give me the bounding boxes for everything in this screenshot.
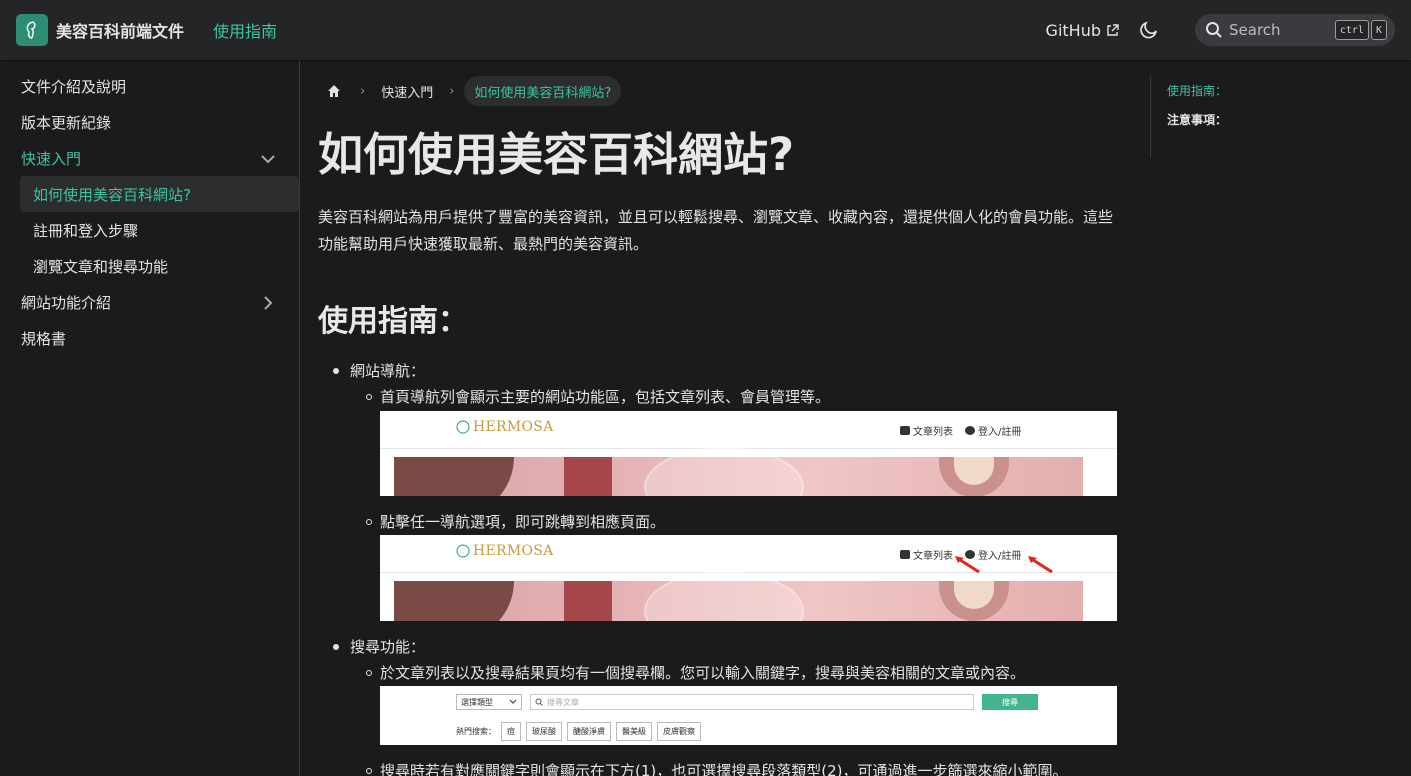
- section-heading-guide: 使用指南：: [318, 304, 468, 339]
- list-item-text: 搜尋功能：: [350, 638, 426, 656]
- list-item: 於文章列表以及搜尋結果頁均有一個搜尋欄。您可以輸入關鍵字，搜尋與美容相關的文章或…: [366, 662, 1025, 683]
- list-item-text: 搜尋時若有對應關鍵字則會顯示在下方(1)，也可選擇搜尋段落類型(2)，可通過進一…: [380, 762, 1068, 776]
- hermosa-logo-text: HERMOSA: [473, 419, 554, 435]
- bullet-circle: [366, 393, 372, 400]
- nav-link-guide[interactable]: 使用指南: [213, 18, 277, 42]
- breadcrumb-separator: ›: [360, 83, 366, 99]
- screenshot-navbar: HERMOSA 文章列表 登入/註冊: [380, 411, 1117, 496]
- hermosa-logo-text: HERMOSA: [473, 543, 554, 559]
- shot-link-login: 登入/註冊: [978, 551, 1022, 562]
- sidebar-item-label: 文件介紹及說明: [21, 77, 127, 96]
- page-title: 如何使用美容百科網站?: [318, 128, 795, 181]
- moon-icon: [1140, 21, 1157, 39]
- sidebar-item-register-login[interactable]: 註冊和登入步驟: [10, 212, 289, 248]
- bullet-circle: [366, 767, 372, 774]
- chevron-down-icon[interactable]: [259, 150, 277, 168]
- breadcrumb-current: 如何使用美容百科網站?: [464, 76, 622, 106]
- sidebar-item-label: 瀏覽文章和搜尋功能: [33, 257, 169, 276]
- hermosa-logo: HERMOSA: [456, 543, 554, 559]
- screenshot-search: 選擇類型 搜尋文章 搜尋 熱門搜索： 痘 玻尿酸 醣酸淨膚 醫美級 皮膚觀察: [380, 686, 1117, 745]
- sidebar-item-label: 如何使用美容百科網站?: [33, 185, 191, 204]
- external-link-icon: [1107, 23, 1119, 36]
- sidebar-item-how-to-use[interactable]: 如何使用美容百科網站?: [20, 176, 299, 212]
- github-label: GitHub: [1045, 20, 1101, 40]
- list-item-text: 點擊任一導航選項，即可跳轉到相應頁面。: [380, 513, 666, 531]
- toc-item-guide[interactable]: 使用指南：: [1167, 76, 1390, 105]
- list-item-text: 於文章列表以及搜尋結果頁均有一個搜尋欄。您可以輸入關鍵字，搜尋與美容相關的文章或…: [380, 664, 1026, 682]
- breadcrumb-section[interactable]: 快速入門: [375, 82, 439, 101]
- breadcrumb: › 快速入門 › 如何使用美容百科網站?: [318, 76, 622, 106]
- shot-search-button: 搜尋: [982, 694, 1038, 710]
- github-link[interactable]: GitHub: [1046, 21, 1119, 40]
- hero-image: [394, 447, 1083, 496]
- brand-link[interactable]: 美容百科前端文件: [16, 14, 184, 46]
- bullet-dot: [333, 367, 339, 374]
- table-of-contents: 使用指南： 注意事項：: [1150, 76, 1390, 158]
- brand-title: 美容百科前端文件: [56, 22, 185, 41]
- sidebar-item-spec[interactable]: 規格書: [10, 320, 289, 356]
- bullet-circle: [366, 518, 372, 525]
- search-label: Search: [1229, 21, 1281, 39]
- sidebar-item-label: 版本更新紀錄: [21, 113, 112, 132]
- sidebar-category-quickstart[interactable]: 快速入門: [10, 140, 289, 176]
- home-icon: [328, 85, 340, 97]
- search-button[interactable]: Search ctrl K: [1195, 14, 1395, 46]
- shot-hot-tags: 熱門搜索： 痘 玻尿酸 醣酸淨膚 醫美級 皮膚觀察: [456, 722, 701, 741]
- sidebar-item-changelog[interactable]: 版本更新紀錄: [10, 104, 289, 140]
- hermosa-logo: HERMOSA: [456, 419, 554, 435]
- search-icon: [1206, 22, 1222, 38]
- red-arrow-icon: [1028, 556, 1053, 574]
- sidebar-item-label: 規格書: [21, 329, 67, 348]
- brand-logo-icon: [16, 14, 48, 46]
- kbd-k: K: [1370, 20, 1387, 40]
- chevron-right-icon[interactable]: [259, 294, 277, 312]
- sidebar-item-label: 網站功能介紹: [21, 293, 112, 312]
- red-arrow-icon: [955, 556, 980, 574]
- hero-image: [394, 571, 1083, 621]
- shot-search-input: 搜尋文章: [530, 694, 974, 710]
- list-item: 首頁導航列會顯示主要的網站功能區，包括文章列表、會員管理等。: [366, 386, 830, 407]
- breadcrumb-separator: ›: [449, 83, 455, 99]
- kbd-ctrl: ctrl: [1334, 20, 1369, 40]
- main-content: › 快速入門 › 如何使用美容百科網站? 如何使用美容百科網站? 美容百科網站為…: [300, 60, 1150, 776]
- breadcrumb-home[interactable]: [318, 76, 350, 106]
- list-item: 搜尋功能：: [333, 636, 425, 657]
- sidebar-item-label: 快速入門: [21, 149, 82, 168]
- intro-paragraph: 美容百科網站為用戶提供了豐富的美容資訊，並且可以輕鬆搜尋、瀏覽文章、收藏內容，還…: [318, 208, 1114, 253]
- shot-link-articles: 文章列表: [913, 551, 953, 562]
- sidebar: 文件介紹及說明 版本更新紀錄 快速入門 如何使用美容百科網站? 註冊和登入步驟 …: [0, 60, 300, 776]
- shot-type-select: 選擇類型: [456, 694, 522, 710]
- list-item: 搜尋時若有對應關鍵字則會顯示在下方(1)，也可選擇搜尋段落類型(2)，可通過進一…: [366, 760, 1068, 776]
- list-item-text: 網站導航：: [350, 362, 426, 380]
- sidebar-item-browse-search[interactable]: 瀏覽文章和搜尋功能: [10, 248, 289, 284]
- list-item: 網站導航：: [333, 360, 425, 381]
- dark-mode-toggle[interactable]: [1137, 18, 1161, 42]
- sidebar-category-features[interactable]: 網站功能介紹: [10, 284, 289, 320]
- sidebar-item-intro[interactable]: 文件介紹及說明: [10, 68, 289, 104]
- bullet-circle: [366, 669, 372, 676]
- list-item: 點擊任一導航選項，即可跳轉到相應頁面。: [366, 511, 665, 532]
- sidebar-item-label: 註冊和登入步驟: [33, 221, 139, 240]
- shot-link-login: 登入/註冊: [978, 427, 1022, 438]
- shot-link-articles: 文章列表: [913, 427, 953, 438]
- toc-item-notes[interactable]: 注意事項：: [1167, 105, 1390, 134]
- bullet-dot: [333, 643, 339, 650]
- top-navbar: 美容百科前端文件 使用指南 GitHub Search ctrl K: [0, 0, 1411, 60]
- list-item-text: 首頁導航列會顯示主要的網站功能區，包括文章列表、會員管理等。: [380, 388, 831, 406]
- screenshot-navbar-arrows: HERMOSA 文章列表 登入/註冊: [380, 535, 1117, 621]
